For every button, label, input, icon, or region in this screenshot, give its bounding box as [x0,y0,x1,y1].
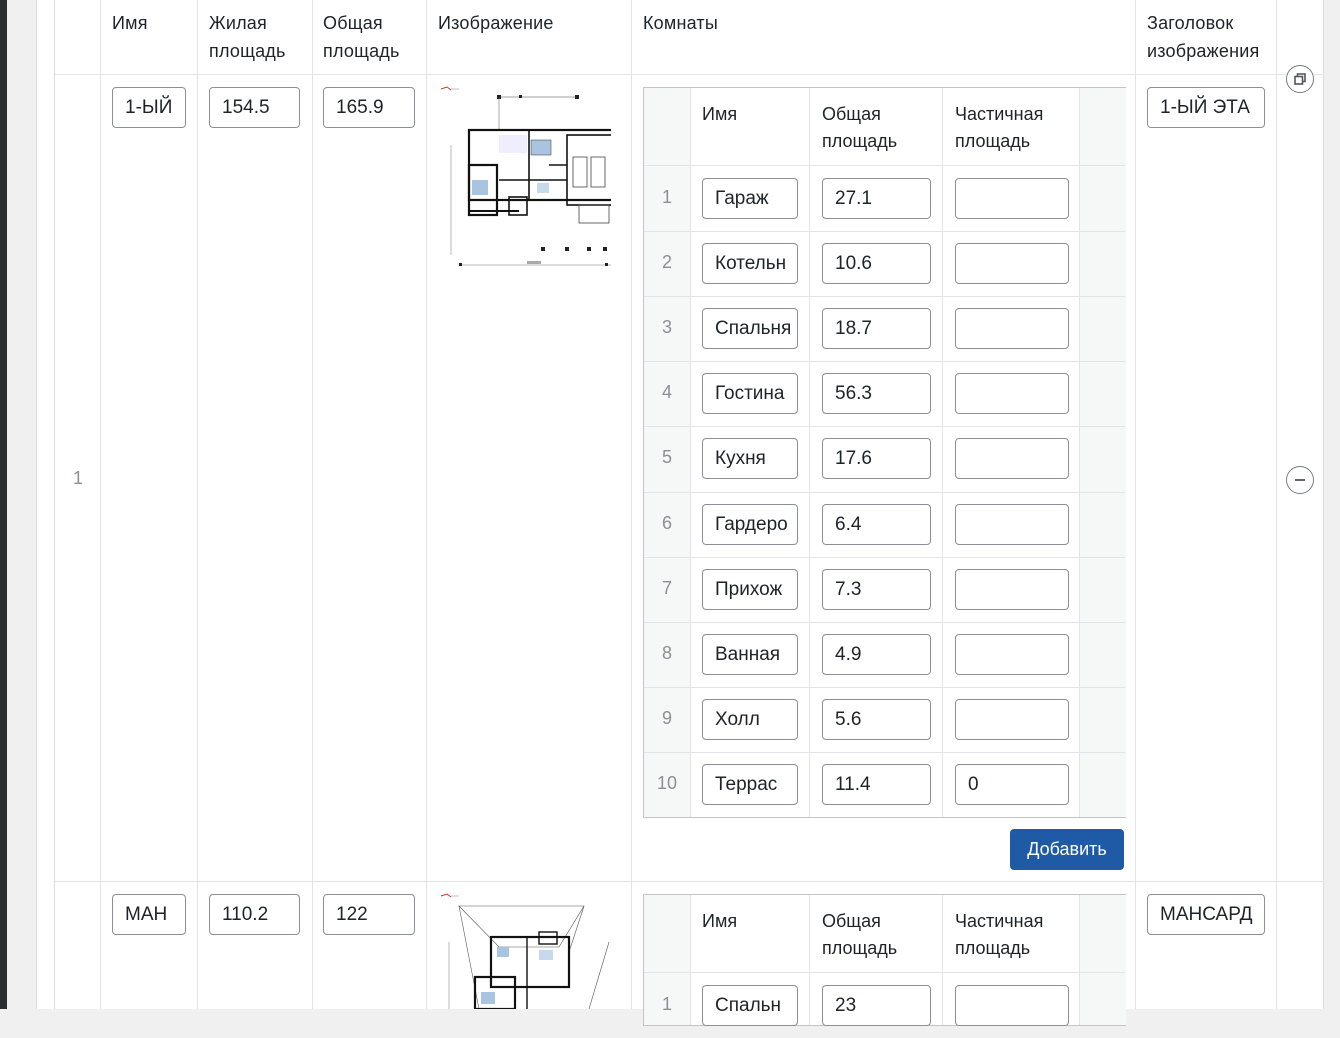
col-header-rooms: Комнаты [643,13,719,33]
room-row: 5 Кухня 17.6 [644,426,1125,491]
room-row: 8 Ванная 4.9 [644,621,1125,687]
row-number: 1 [72,468,83,488]
room-name-input[interactable]: Прихож [702,568,798,610]
room-area-input[interactable]: 17.6 [822,438,931,480]
window-edge [0,0,7,1009]
room-partial-area-input[interactable] [955,985,1069,1026]
rooms-col-partial-area: Частичная площадь [955,911,1044,958]
room-partial-area-input[interactable] [955,633,1069,675]
remove-row-icon[interactable] [1286,466,1314,494]
room-row-number: 7 [661,577,672,598]
room-row: 4 Гостина 56.3 [644,361,1125,426]
room-row: 6 Гардеро 6.4 [644,491,1125,557]
floors-table: Имя Жилая площадь Общая площадь Изображени… [54,0,1324,1026]
room-partial-area-input[interactable] [955,698,1069,740]
col-header-image-title: Заголовок изображения [1147,13,1260,61]
room-row-number: 1 [661,994,672,1014]
room-row: 9 Холл 5.6 [644,686,1125,752]
room-row-number: 8 [661,642,672,663]
room-row: 2 Котельн 10.6 [644,231,1125,296]
rooms-table: Имя Общая площадь Частичная площадь 1 Гараж… [643,87,1126,818]
room-row-number: 5 [661,447,672,468]
floor-name-input[interactable]: МАН [112,894,186,935]
room-row-number: 6 [661,512,672,533]
room-row-number: 3 [661,317,672,338]
room-row: 3 Спальня 18.7 [644,296,1125,361]
total-area-input[interactable]: 122 [323,894,415,935]
room-row-number: 2 [661,252,672,273]
room-row: 10 Террас 11.4 0 [644,751,1125,817]
room-area-input[interactable]: 11.4 [822,763,931,805]
room-row: 7 Прихож 7.3 [644,556,1125,622]
room-name-input[interactable]: Террас [702,763,798,805]
room-partial-area-input[interactable] [955,438,1069,480]
room-row: 1 Спальн 23 [644,973,1125,1038]
room-area-input[interactable]: 23 [822,985,931,1026]
room-partial-area-input[interactable] [955,503,1069,545]
col-header-living-area: Жилая площадь [209,13,286,61]
room-row-number: 1 [661,187,672,207]
total-area-input[interactable]: 165.9 [323,87,415,128]
floor-plan-thumbnail[interactable] [439,892,611,1009]
rooms-col-name: Имя [702,911,738,931]
room-name-input[interactable]: Кухня [702,438,798,480]
room-partial-area-input[interactable] [955,308,1069,350]
col-header-name: Имя [112,13,148,33]
room-partial-area-input[interactable] [955,178,1069,219]
room-name-input[interactable]: Спальня [702,308,798,350]
room-area-input[interactable]: 27.1 [822,178,931,219]
room-name-input[interactable]: Гардеро [702,503,798,545]
room-partial-area-input[interactable] [955,568,1069,610]
room-name-input[interactable]: Гостина [702,373,798,415]
room-row-number: 4 [661,382,672,403]
image-title-input[interactable]: 1-ЫЙ ЭТА [1147,87,1265,128]
duplicate-icon[interactable] [1286,65,1314,93]
room-area-input[interactable]: 18.7 [822,308,931,350]
rooms-col-total-area: Общая площадь [822,911,898,958]
col-header-total-area: Общая площадь [323,13,400,61]
room-partial-area-input[interactable] [955,243,1069,285]
repeater-field: Имя Жилая площадь Общая площадь Изображени… [36,0,1324,1026]
room-area-input[interactable]: 4.9 [822,633,931,675]
room-row: 1 Гараж 27.1 [644,166,1125,231]
living-area-input[interactable]: 110.2 [209,894,300,935]
room-name-input[interactable]: Гараж [702,178,798,219]
living-area-input[interactable]: 154.5 [209,87,300,128]
room-row-number: 9 [661,707,672,728]
room-name-input[interactable]: Котельн [702,243,798,285]
room-partial-area-input[interactable]: 0 [955,763,1069,805]
floor-plan-thumbnail[interactable] [439,85,611,270]
room-area-input[interactable]: 5.6 [822,698,931,740]
rooms-col-name: Имя [702,104,738,124]
rooms-col-partial-area: Частичная площадь [955,104,1044,151]
image-title-input[interactable]: МАНСАРД [1147,894,1265,935]
rooms-col-total-area: Общая площадь [822,104,898,151]
room-name-input[interactable]: Холл [702,698,798,740]
room-area-input[interactable]: 7.3 [822,568,931,610]
room-area-input[interactable]: 6.4 [822,503,931,545]
room-row-number: 10 [656,772,678,793]
rooms-table: Имя Общая площадь Частичная площадь 1 Спаль… [643,894,1126,1026]
room-area-input[interactable]: 10.6 [822,243,931,285]
add-room-button[interactable]: Добавить [1010,829,1124,870]
floor-name-input[interactable]: 1-ЫЙ [112,87,186,128]
room-partial-area-input[interactable] [955,373,1069,415]
col-header-image: Изображение [438,13,554,33]
room-name-input[interactable]: Ванная [702,633,798,675]
room-area-input[interactable]: 56.3 [822,373,931,415]
room-name-input[interactable]: Спальн [702,985,798,1026]
